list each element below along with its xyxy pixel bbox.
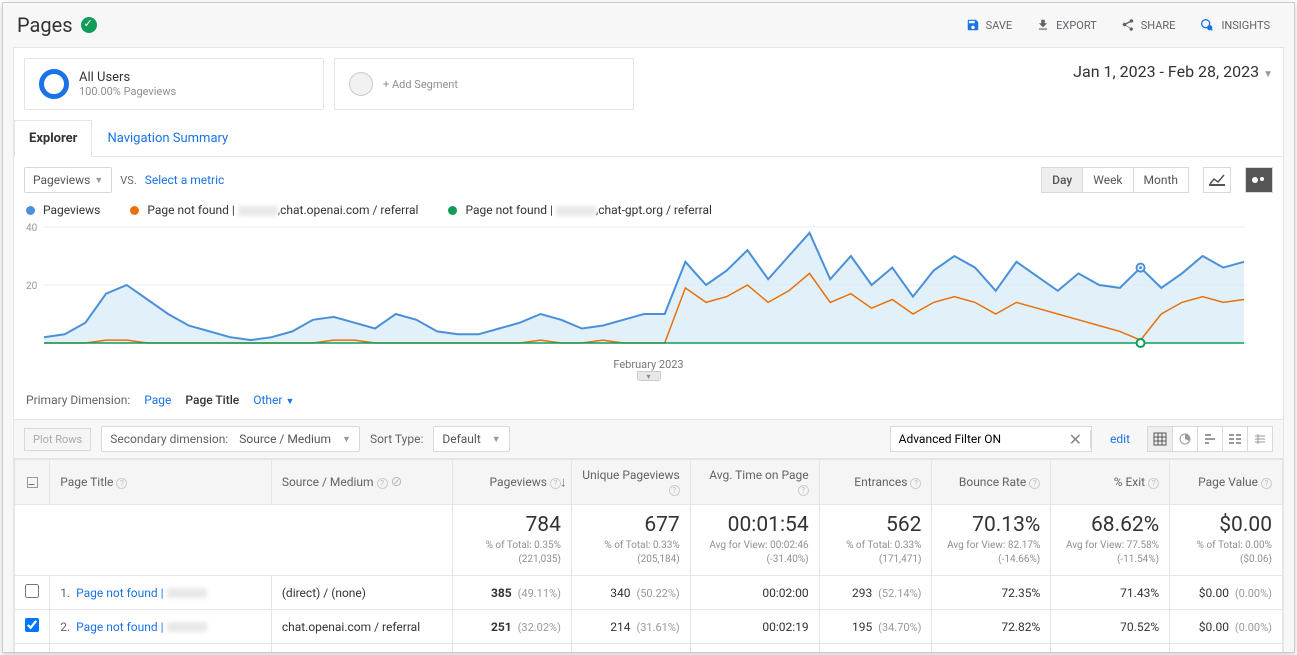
svg-text:20: 20 (26, 281, 38, 292)
row-checkbox[interactable] (25, 584, 39, 598)
dimension-row: Primary Dimension: Page Page Title Other… (14, 381, 1283, 419)
dim-other[interactable]: Other ▼ (253, 393, 294, 407)
col-page-title[interactable]: Page Title? (50, 460, 272, 505)
legend-label: Page not found | ,chat.openai.com / refe… (147, 203, 418, 217)
page-title: Pages (17, 13, 73, 37)
segment-row: All Users 100.00% Pageviews + Add Segmen… (14, 48, 1283, 120)
legend-dot-pageviews (26, 206, 35, 215)
range-week[interactable]: Week (1082, 167, 1133, 193)
col-bounce[interactable]: Bounce Rate? (932, 460, 1051, 505)
plot-rows-button[interactable]: Plot Rows (24, 428, 91, 451)
col-pageviews[interactable]: Pageviews?↓ (453, 460, 572, 505)
page-link[interactable]: Page not found | (76, 586, 166, 600)
table-row: 1. Page not found | (direct) / (none) 38… (15, 576, 1283, 610)
view-comparison-icon[interactable] (1222, 426, 1248, 452)
dimension-label: Primary Dimension: (26, 393, 130, 407)
legend: Pageviews Page not found | ,chat.openai.… (14, 203, 1283, 221)
save-button[interactable]: SAVE (956, 11, 1023, 39)
add-segment-button[interactable]: + Add Segment (334, 58, 634, 110)
expand-handle-icon[interactable]: ▾ (637, 371, 661, 381)
metric-dropdown[interactable]: Pageviews▼ (24, 167, 112, 193)
row-checkbox[interactable] (25, 652, 39, 653)
date-range-picker[interactable]: Jan 1, 2023 - Feb 28, 2023 ▼ (1073, 58, 1273, 110)
table-row: 3. Page not found | google / organic 72 … (15, 644, 1283, 654)
col-avg-time[interactable]: Avg. Time on Page? (690, 460, 819, 505)
range-month[interactable]: Month (1133, 167, 1189, 193)
summary-row: 784% of Total: 0.35%(221,035) 677% of To… (15, 505, 1283, 576)
filter-box: ✕ (890, 426, 1092, 452)
content: All Users 100.00% Pageviews + Add Segmen… (13, 47, 1284, 653)
table-controls: Plot Rows Secondary dimension: Source / … (14, 419, 1283, 459)
chart-type-icon[interactable] (1203, 167, 1231, 193)
segment-circle-icon (39, 69, 69, 99)
range-buttons: Day Week Month (1042, 167, 1189, 193)
app-frame: Pages SAVE EXPORT SHARE INSIGHTS All Use… (2, 2, 1295, 653)
col-exit[interactable]: % Exit? (1051, 460, 1170, 505)
tab-explorer[interactable]: Explorer (14, 120, 92, 157)
collapse-icon[interactable]: – (27, 477, 38, 488)
filter-input[interactable] (891, 432, 1061, 446)
insights-button[interactable]: INSIGHTS (1189, 11, 1280, 39)
segment-name: All Users (79, 70, 176, 85)
legend-dot-openai (130, 206, 139, 215)
top-actions: SAVE EXPORT SHARE INSIGHTS (956, 11, 1280, 39)
clear-filter-icon[interactable]: ✕ (1061, 430, 1091, 449)
sort-label: Sort Type: (370, 432, 423, 446)
legend-label: Page not found | ,chat-gpt.org / referra… (465, 203, 712, 217)
col-entrances[interactable]: Entrances? (819, 460, 932, 505)
verified-icon (81, 17, 97, 33)
svg-text:40: 40 (26, 223, 38, 234)
chart-controls: Pageviews▼ VS. Select a metric Day Week … (14, 157, 1283, 203)
export-button[interactable]: EXPORT (1026, 11, 1107, 39)
month-label: February 2023 (26, 358, 1271, 371)
vs-label: VS. (120, 174, 136, 187)
tabs: Explorer Navigation Summary (14, 120, 1283, 157)
view-table-icon[interactable] (1147, 426, 1173, 452)
segment-all-users[interactable]: All Users 100.00% Pageviews (24, 58, 324, 110)
share-button[interactable]: SHARE (1111, 11, 1186, 39)
segment-sub: 100.00% Pageviews (79, 85, 176, 98)
secondary-dimension-dropdown[interactable]: Secondary dimension: Source / Medium ▼ (101, 426, 360, 452)
legend-label: Pageviews (43, 203, 100, 217)
view-pie-icon[interactable] (1172, 426, 1198, 452)
table-row: 2. Page not found | chat.openai.com / re… (15, 610, 1283, 644)
page-link[interactable]: Page not found | (76, 620, 166, 634)
range-day[interactable]: Day (1041, 167, 1083, 193)
dim-page[interactable]: Page (144, 393, 171, 407)
row-checkbox[interactable] (25, 618, 39, 632)
dim-page-title[interactable]: Page Title (185, 393, 239, 407)
view-bar-icon[interactable] (1197, 426, 1223, 452)
filter-edit-link[interactable]: edit (1110, 432, 1130, 446)
sort-type-dropdown[interactable]: Default ▼ (433, 426, 509, 452)
select-metric-link[interactable]: Select a metric (145, 173, 225, 187)
tab-navigation-summary[interactable]: Navigation Summary (92, 120, 243, 156)
topbar: Pages SAVE EXPORT SHARE INSIGHTS (3, 3, 1294, 47)
col-source[interactable]: Source / Medium? ⊘ (271, 460, 452, 505)
legend-dot-gpt (448, 206, 457, 215)
motion-chart-icon[interactable] (1245, 167, 1273, 193)
add-segment-icon (349, 72, 373, 96)
col-unique[interactable]: Unique Pageviews? (571, 460, 690, 505)
view-pivot-icon[interactable] (1247, 426, 1273, 452)
chart: 40 20 February 2023 ▾ (14, 221, 1283, 381)
view-buttons (1148, 426, 1273, 452)
col-value[interactable]: Page Value? (1170, 460, 1283, 505)
line-chart: 40 20 (26, 221, 1246, 356)
data-table: – Page Title? Source / Medium? ⊘ Pagevie… (14, 459, 1283, 653)
